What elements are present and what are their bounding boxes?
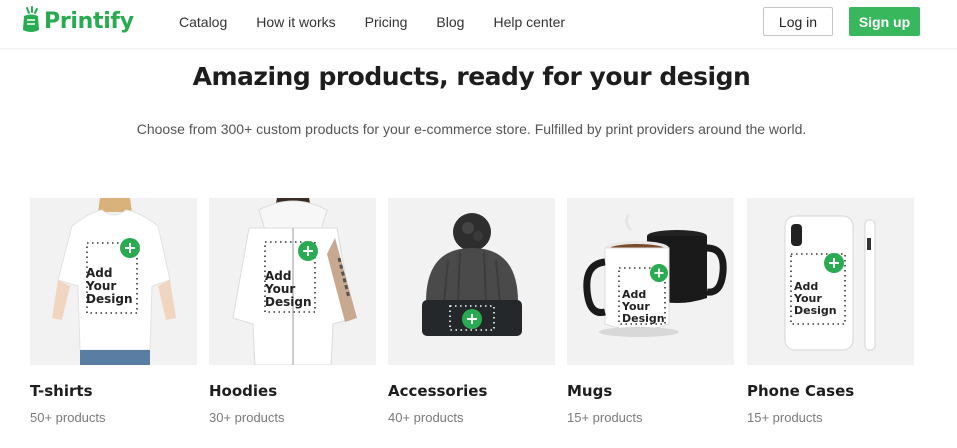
beanie-image[interactable] [388,198,555,365]
product-name[interactable]: Phone Cases [747,382,854,400]
site-header: Printify Catalog How it works Pricing Bl… [0,0,957,48]
page-subtitle: Choose from 300+ custom products for you… [136,121,807,137]
add-design-plus-icon[interactable] [824,253,844,273]
product-count: 30+ products [209,410,285,425]
add-design-plus-icon[interactable] [120,238,140,258]
nav-item-help-center[interactable]: Help center [493,14,565,30]
design-text-line: Design [86,292,133,306]
page-title: Amazing products, ready for your design [192,62,751,91]
nav-item-blog[interactable]: Blog [436,14,464,30]
product-count: 50+ products [30,410,106,425]
product-card-tshirts[interactable]: Add Your Design T-shirts 50+ products [30,198,197,425]
nav-item-pricing[interactable]: Pricing [365,14,408,30]
product-count: 15+ products [567,410,643,425]
add-your-design-label: Add Your Design [622,289,665,325]
signup-button[interactable]: Sign up [849,7,920,36]
printify-logo-icon [23,6,39,32]
product-card-phone-cases[interactable]: Add Your Design Phone Cases 15+ products [747,198,914,425]
phone-case-image[interactable]: Add Your Design [747,198,914,365]
product-name[interactable]: T-shirts [30,382,93,400]
product-card-mugs[interactable]: Add Your Design Mugs 15+ products [567,198,734,425]
product-count: 15+ products [747,410,823,425]
tshirt-image[interactable]: Add Your Design [30,198,197,365]
add-design-plus-icon[interactable] [298,241,318,261]
design-text-line: Design [622,312,665,325]
add-design-plus-icon[interactable] [462,309,482,329]
product-name[interactable]: Mugs [567,382,612,400]
mugs-image[interactable]: Add Your Design [567,198,734,365]
product-card-accessories[interactable]: Accessories 40+ products [388,198,555,425]
product-count: 40+ products [388,410,464,425]
add-your-design-label: Add Your Design [86,267,133,306]
brand-name: Printify [44,8,134,34]
add-your-design-label: Add Your Design [794,281,837,317]
product-card-hoodies[interactable]: Add Your Design Hoodies 30+ products [209,198,376,425]
product-name[interactable]: Accessories [388,382,487,400]
printify-logo[interactable]: Printify [21,6,134,36]
main-nav: Catalog How it works Pricing Blog Help c… [179,14,594,30]
hoodie-image[interactable]: Add Your Design [209,198,376,365]
nav-item-how-it-works[interactable]: How it works [256,14,335,30]
design-text-line: Design [794,304,837,317]
add-design-plus-icon[interactable] [650,264,668,282]
login-button[interactable]: Log in [763,7,833,36]
product-name[interactable]: Hoodies [209,382,277,400]
design-text-line: Design [265,295,312,309]
nav-item-catalog[interactable]: Catalog [179,14,227,30]
add-your-design-label: Add Your Design [265,270,312,309]
